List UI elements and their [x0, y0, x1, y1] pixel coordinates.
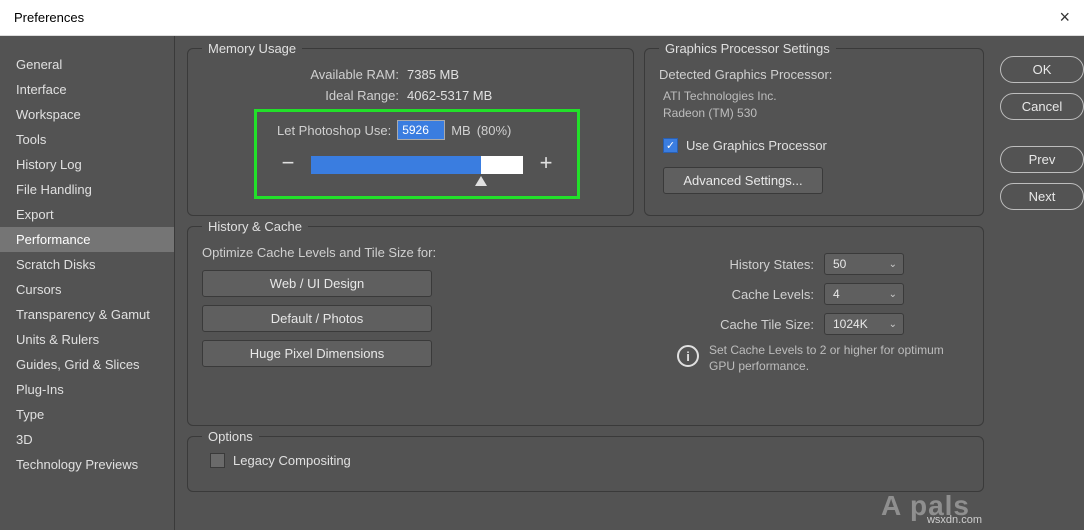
available-ram-label: Available RAM: — [202, 67, 407, 82]
optimize-cache-label: Optimize Cache Levels and Tile Size for: — [202, 245, 669, 260]
cache-levels-dropdown[interactable]: 4 ⌄ — [824, 283, 904, 305]
window-titlebar: Preferences × — [0, 0, 1084, 36]
history-cache-group: History & Cache Optimize Cache Levels an… — [187, 226, 984, 426]
memory-highlight-box: Let Photoshop Use: MB (80%) − + — [254, 109, 580, 199]
sidebar-item-performance[interactable]: Performance — [0, 227, 174, 252]
sidebar-item-export[interactable]: Export — [0, 202, 174, 227]
graphics-processor-legend: Graphics Processor Settings — [659, 41, 836, 56]
graphics-processor-group: Graphics Processor Settings Detected Gra… — [644, 48, 984, 216]
history-cache-legend: History & Cache — [202, 219, 308, 234]
sidebar-item-tools[interactable]: Tools — [0, 127, 174, 152]
legacy-compositing-label: Legacy Compositing — [233, 453, 351, 468]
memory-usage-group: Memory Usage Available RAM: 7385 MB Idea… — [187, 48, 634, 216]
sidebar-item-technology-previews[interactable]: Technology Previews — [0, 452, 174, 477]
sidebar-item-guides-grid-slices[interactable]: Guides, Grid & Slices — [0, 352, 174, 377]
ideal-range-value: 4062-5317 MB — [407, 88, 492, 103]
cache-tile-size-label: Cache Tile Size: — [669, 317, 824, 332]
preset-web-ui-design-button[interactable]: Web / UI Design — [202, 270, 432, 297]
memory-usage-legend: Memory Usage — [202, 41, 302, 56]
memory-increase-button[interactable]: + — [535, 154, 557, 176]
sidebar-item-general[interactable]: General — [0, 52, 174, 77]
cache-tile-size-dropdown[interactable]: 1024K ⌄ — [824, 313, 904, 335]
gp-model: Radeon (TM) 530 — [663, 105, 969, 122]
sidebar-item-units-rulers[interactable]: Units & Rulers — [0, 327, 174, 352]
next-button[interactable]: Next — [1000, 183, 1084, 210]
history-states-value: 50 — [833, 257, 846, 271]
advanced-settings-button[interactable]: Advanced Settings... — [663, 167, 823, 194]
ideal-range-label: Ideal Range: — [202, 88, 407, 103]
chevron-down-icon: ⌄ — [889, 289, 897, 300]
sidebar-item-3d[interactable]: 3D — [0, 427, 174, 452]
available-ram-value: 7385 MB — [407, 67, 459, 82]
sidebar-item-scratch-disks[interactable]: Scratch Disks — [0, 252, 174, 277]
use-graphics-processor-label: Use Graphics Processor — [686, 138, 827, 153]
use-graphics-processor-checkbox[interactable]: ✓ — [663, 138, 678, 153]
sidebar-item-plug-ins[interactable]: Plug-Ins — [0, 377, 174, 402]
sidebar-item-workspace[interactable]: Workspace — [0, 102, 174, 127]
ok-button[interactable]: OK — [1000, 56, 1084, 83]
preferences-sidebar: General Interface Workspace Tools Histor… — [0, 36, 175, 530]
sidebar-item-interface[interactable]: Interface — [0, 77, 174, 102]
watermark-text: wsxdn.com — [927, 514, 982, 526]
sidebar-item-history-log[interactable]: History Log — [0, 152, 174, 177]
memory-amount-input[interactable] — [397, 120, 445, 140]
memory-slider[interactable] — [311, 156, 523, 174]
options-legend: Options — [202, 429, 259, 444]
let-photoshop-use-label: Let Photoshop Use: — [277, 123, 391, 138]
cache-tile-size-value: 1024K — [833, 317, 868, 331]
close-icon[interactable]: × — [1040, 7, 1070, 28]
options-group: Options Legacy Compositing — [187, 436, 984, 492]
cache-hint-text: Set Cache Levels to 2 or higher for opti… — [709, 343, 969, 374]
sidebar-item-transparency-gamut[interactable]: Transparency & Gamut — [0, 302, 174, 327]
sidebar-item-type[interactable]: Type — [0, 402, 174, 427]
legacy-compositing-checkbox[interactable] — [210, 453, 225, 468]
prev-button[interactable]: Prev — [1000, 146, 1084, 173]
memory-decrease-button[interactable]: − — [277, 154, 299, 176]
memory-percent-label: (80%) — [477, 123, 512, 138]
history-states-dropdown[interactable]: 50 ⌄ — [824, 253, 904, 275]
memory-slider-thumb[interactable] — [475, 176, 487, 186]
memory-slider-fill — [311, 156, 481, 174]
sidebar-item-file-handling[interactable]: File Handling — [0, 177, 174, 202]
mb-label: MB — [451, 123, 471, 138]
window-title: Preferences — [14, 10, 84, 25]
sidebar-item-cursors[interactable]: Cursors — [0, 277, 174, 302]
history-states-label: History States: — [669, 257, 824, 272]
chevron-down-icon: ⌄ — [889, 319, 897, 330]
info-icon: i — [677, 345, 699, 367]
action-button-column: OK Cancel Prev Next — [1000, 36, 1084, 530]
cache-levels-value: 4 — [833, 287, 840, 301]
preset-default-photos-button[interactable]: Default / Photos — [202, 305, 432, 332]
preset-huge-pixel-dimensions-button[interactable]: Huge Pixel Dimensions — [202, 340, 432, 367]
content-area: Memory Usage Available RAM: 7385 MB Idea… — [175, 36, 994, 530]
gp-vendor: ATI Technologies Inc. — [663, 88, 969, 105]
cache-levels-label: Cache Levels: — [669, 287, 824, 302]
chevron-down-icon: ⌄ — [889, 259, 897, 270]
cancel-button[interactable]: Cancel — [1000, 93, 1084, 120]
detected-gp-label: Detected Graphics Processor: — [659, 67, 969, 82]
